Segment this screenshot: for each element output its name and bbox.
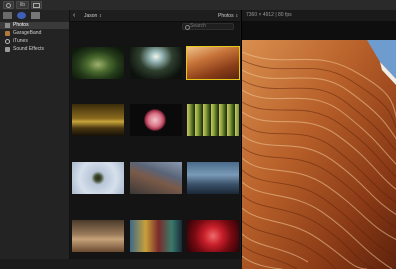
search-input[interactable]: Search xyxy=(182,23,234,30)
photos-icon xyxy=(5,23,10,28)
thumbnail-freeway-traffic[interactable] xyxy=(130,162,182,194)
media-sidebar: Photos GarageBand iTunes Sound Effects xyxy=(0,10,70,259)
thumbnail-pink-flower[interactable] xyxy=(130,104,182,136)
music-tab-icon[interactable] xyxy=(17,12,26,19)
sidebar-item-garageband[interactable]: GarageBand xyxy=(0,30,69,37)
import-button[interactable] xyxy=(3,1,14,9)
photos-tab-icon[interactable] xyxy=(3,12,12,19)
thumbnail-tiny-planet[interactable] xyxy=(72,162,124,194)
titles-tab-icon[interactable] xyxy=(31,12,40,19)
thumbnail-hazy-skyline[interactable] xyxy=(72,220,124,252)
thumbnail-canyon-sandstone[interactable] xyxy=(186,46,240,80)
guitar-icon xyxy=(5,31,10,36)
album-label: Jason xyxy=(84,13,98,19)
chevron-updown-icon: ⇕ xyxy=(98,13,103,18)
window-button[interactable] xyxy=(31,1,42,9)
import-icon xyxy=(6,3,11,8)
sidebar-item-photos[interactable]: Photos xyxy=(0,22,69,29)
speaker-icon xyxy=(5,47,10,52)
thumbnail-city-street[interactable] xyxy=(187,162,239,194)
source-label: Photos xyxy=(218,13,234,19)
thumbnail-abstract-swirl[interactable] xyxy=(72,47,124,79)
search-icon xyxy=(185,25,190,30)
browser-header: ‹ Jason ⇕ Photos ⇕ xyxy=(70,10,240,22)
viewer-info-bar: 7360 × 4912 | 80 fps xyxy=(242,10,396,21)
sidebar-item-sound-effects[interactable]: Sound Effects xyxy=(0,46,69,53)
thumbnail-stadium-dusk[interactable] xyxy=(72,104,124,136)
chevron-updown-icon: ⇕ xyxy=(234,13,239,18)
canyon-sandstone-image xyxy=(242,40,396,269)
viewer-pane: 7360 × 4912 | 80 fps xyxy=(241,10,396,269)
sidebar-item-itunes[interactable]: iTunes xyxy=(0,38,69,45)
media-browser: ‹ Jason ⇕ Photos ⇕ Search xyxy=(70,10,240,259)
music-note-icon xyxy=(5,39,10,44)
thumbnail-concert-stage[interactable] xyxy=(130,47,182,79)
viewer-info-text: 7360 × 4912 | 80 fps xyxy=(246,12,292,18)
album-popup[interactable]: Jason ⇕ xyxy=(84,10,102,22)
sidebar-tabs xyxy=(0,10,69,21)
thumbnail-red-blossom[interactable] xyxy=(187,220,239,252)
library-button[interactable]: lib xyxy=(16,1,29,9)
viewer-image[interactable] xyxy=(242,40,396,269)
thumbnail-neon-street[interactable] xyxy=(130,220,182,252)
back-icon[interactable]: ‹ xyxy=(73,10,75,21)
window-icon xyxy=(33,3,40,8)
search-placeholder: Search xyxy=(190,23,206,29)
source-popup[interactable]: Photos ⇕ xyxy=(218,10,238,22)
thumbnail-bamboo-forest[interactable] xyxy=(187,104,239,136)
